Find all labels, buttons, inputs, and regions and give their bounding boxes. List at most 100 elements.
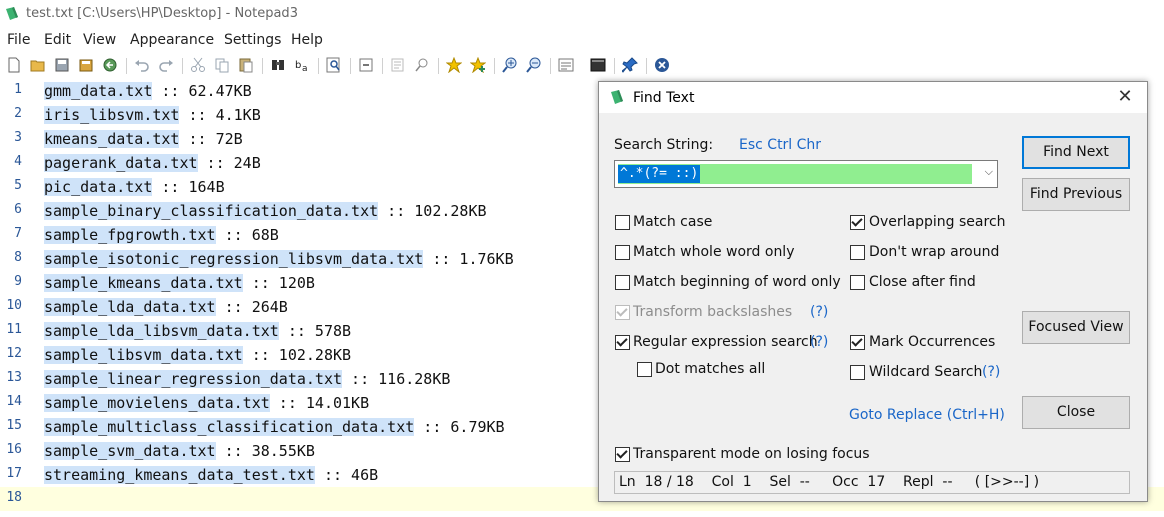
zoom-in-icon[interactable] [502, 57, 518, 73]
add-favorite-icon[interactable] [470, 57, 486, 73]
regex-help-link[interactable]: (?) [810, 334, 828, 350]
search-string-input[interactable]: ^.*(?= ::) ⌵ [614, 160, 998, 188]
regex-label[interactable]: Regular expression search [633, 334, 818, 350]
pin-icon[interactable] [622, 57, 638, 73]
new-icon[interactable] [6, 57, 22, 73]
wildcard-search-label[interactable]: Wildcard Search [869, 364, 982, 380]
transparent-mode-label[interactable]: Transparent mode on losing focus [633, 446, 870, 462]
paste-icon[interactable] [238, 57, 254, 73]
menu-bar: File Edit View Appearance Settings Help [0, 29, 1164, 53]
matched-filename: pic_data.txt [44, 178, 153, 196]
wildcard-search-checkbox[interactable] [850, 365, 865, 380]
console-icon[interactable] [590, 57, 606, 73]
line-text: sample_libsvm_data.txt :: 102.28KB [44, 346, 351, 364]
favorite-icon[interactable] [446, 57, 462, 73]
menu-view[interactable]: View [83, 32, 116, 48]
copy-icon[interactable] [214, 57, 230, 73]
chevron-down-icon[interactable]: ⌵ [985, 165, 993, 179]
whole-word-label[interactable]: Match whole word only [633, 244, 795, 260]
menu-settings[interactable]: Settings [224, 32, 281, 48]
close-after-find-checkbox[interactable] [850, 275, 865, 290]
undo-icon[interactable] [134, 57, 150, 73]
dialog-title-bar[interactable]: Find Text ✕ [599, 82, 1147, 113]
beginning-word-label[interactable]: Match beginning of word only [633, 274, 841, 290]
redo-icon[interactable] [158, 57, 174, 73]
save-icon[interactable] [54, 57, 70, 73]
line-number: 3 [14, 130, 22, 145]
replace-icon[interactable]: ba [294, 57, 310, 73]
esc-ctrl-chr-link[interactable]: Esc Ctrl Chr [739, 137, 821, 153]
menu-file[interactable]: File [7, 32, 30, 48]
find-next-button[interactable]: Find Next [1022, 136, 1130, 169]
menu-help[interactable]: Help [291, 32, 323, 48]
match-case-checkbox[interactable] [615, 215, 630, 230]
dont-wrap-checkbox[interactable] [850, 245, 865, 260]
revert-icon[interactable] [102, 57, 118, 73]
toolbar: ba [0, 54, 1164, 78]
toolbar-separator [646, 58, 647, 74]
matched-filename: gmm_data.txt [44, 82, 153, 100]
find-icon[interactable] [270, 57, 286, 73]
matched-filename: iris_libsvm.txt [44, 106, 180, 124]
beginning-word-checkbox[interactable] [615, 275, 630, 290]
find-in-files-icon[interactable] [326, 57, 342, 73]
dialog-title: Find Text [633, 90, 695, 106]
save-as-icon[interactable] [78, 57, 94, 73]
matched-filename: sample_binary_classification_data.txt [44, 202, 379, 220]
select-icon[interactable] [358, 57, 374, 73]
transparent-mode-checkbox[interactable] [615, 447, 630, 462]
file-size-text: :: 68B [215, 226, 279, 244]
goto-replace-link[interactable]: Goto Replace (Ctrl+H) [849, 407, 1005, 423]
file-size-text: :: 72B [179, 130, 243, 148]
close-after-find-label[interactable]: Close after find [869, 274, 976, 290]
line-text: sample_linear_regression_data.txt :: 116… [44, 370, 450, 388]
file-size-text: :: 38.55KB [215, 442, 315, 460]
window-title: test.txt [C:\Users\HP\Desktop] - Notepad… [26, 6, 298, 21]
transform-help-link[interactable]: (?) [810, 304, 828, 320]
close-icon[interactable]: ✕ [1115, 87, 1135, 107]
search-string-label: Search String: [614, 137, 714, 153]
toolbar-separator [382, 58, 383, 74]
open-icon[interactable] [30, 57, 46, 73]
dot-matches-all-checkbox[interactable] [637, 362, 652, 377]
svg-text:b: b [295, 60, 301, 71]
wildcard-help-link[interactable]: (?) [982, 364, 1000, 380]
title-bar: test.txt [C:\Users\HP\Desktop] - Notepad… [0, 0, 1164, 29]
close-button[interactable]: Close [1022, 396, 1130, 429]
line-text: sample_svm_data.txt :: 38.55KB [44, 442, 315, 460]
close-doc-icon[interactable] [654, 57, 670, 73]
find-previous-button[interactable]: Find Previous [1022, 178, 1130, 211]
zoom-fit-icon[interactable] [414, 57, 430, 73]
line-number: 4 [14, 154, 22, 169]
dot-matches-all-label[interactable]: Dot matches all [655, 361, 765, 377]
zoom-out-icon[interactable] [526, 57, 542, 73]
line-text: sample_multiclass_classification_data.tx… [44, 418, 505, 436]
overlapping-search-label[interactable]: Overlapping search [869, 214, 1006, 230]
dont-wrap-label[interactable]: Don't wrap around [869, 244, 999, 260]
cut-icon[interactable] [190, 57, 206, 73]
word-wrap-icon[interactable] [558, 57, 574, 73]
mark-occurrences-checkbox[interactable] [850, 335, 865, 350]
menu-edit[interactable]: Edit [44, 32, 71, 48]
file-size-text: :: 6.79KB [414, 418, 505, 436]
dialog-status-bar: Ln 18 / 18 Col 1 Sel -- Occ 17 Repl -- (… [614, 471, 1130, 494]
matched-filename: sample_multiclass_classification_data.tx… [44, 418, 415, 436]
search-string-match-highlight: ^.*(?= ::) [618, 164, 972, 184]
regex-checkbox[interactable] [615, 335, 630, 350]
line-number: 15 [6, 418, 22, 433]
whole-word-checkbox[interactable] [615, 245, 630, 260]
matched-filename: sample_fpgrowth.txt [44, 226, 216, 244]
overlapping-search-checkbox[interactable] [850, 215, 865, 230]
matched-filename: streaming_kmeans_data_test.txt [44, 466, 315, 484]
toolbar-separator [262, 58, 263, 74]
match-case-label[interactable]: Match case [633, 214, 712, 230]
menu-appearance[interactable]: Appearance [130, 32, 214, 48]
focused-view-button[interactable]: Focused View [1022, 311, 1130, 344]
toolbar-separator [494, 58, 495, 74]
line-text: sample_isotonic_regression_libsvm_data.t… [44, 250, 514, 268]
line-text: pagerank_data.txt :: 24B [44, 154, 261, 172]
goto-icon[interactable] [390, 57, 406, 73]
mark-occurrences-label[interactable]: Mark Occurrences [869, 334, 995, 350]
file-size-text: :: 46B [314, 466, 379, 484]
file-size-text: :: 24B [197, 154, 261, 172]
